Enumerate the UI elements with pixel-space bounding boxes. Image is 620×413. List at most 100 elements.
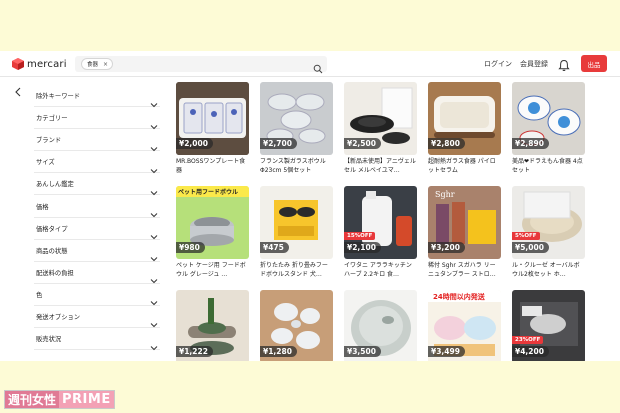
filter-size[interactable]: サイズ xyxy=(34,151,160,174)
filter-price-type[interactable]: 価格タイプ xyxy=(34,218,160,240)
search-chip[interactable]: 食器 × xyxy=(81,58,114,70)
product-image[interactable]: 23%OFF ¥4,200 xyxy=(512,290,585,361)
chevron-down-icon xyxy=(150,159,158,174)
chevron-down-icon xyxy=(150,137,158,151)
product-title[interactable]: 【新品未使用】アニヴェルセル メルベイユマ… xyxy=(344,157,417,175)
price-tag: ¥475 xyxy=(260,242,289,253)
price-tag: ¥3,500 xyxy=(344,346,381,357)
search-chip-label: 食器 xyxy=(87,62,99,68)
search-input[interactable]: 食器 × xyxy=(75,56,327,74)
header: mercari 食器 × ログイン 会員登録 出品 xyxy=(0,51,620,77)
filter-label: 配送料の負担 xyxy=(36,269,74,277)
product-image[interactable]: ¥2,000 xyxy=(176,82,249,155)
chevron-down-icon xyxy=(150,336,158,350)
chevron-down-icon xyxy=(150,115,158,129)
filter-label: 発送オプション xyxy=(36,313,81,321)
discount-badge: 15%OFF xyxy=(344,232,376,240)
price-tag: ¥2,500 xyxy=(344,138,381,149)
chevron-down-icon xyxy=(150,225,158,240)
logo[interactable]: mercari xyxy=(12,57,67,71)
filter-category[interactable]: カテゴリー xyxy=(34,107,160,130)
filter-label: 価格タイプ xyxy=(36,225,68,233)
product-image[interactable]: ペット用フードボウル ¥980 xyxy=(176,186,249,259)
price-tag: ¥4,200 xyxy=(512,346,549,357)
product-title[interactable]: 超耐熱ガラス食器 パイロットセラム xyxy=(428,157,501,175)
filter-brand[interactable]: ブランド xyxy=(34,129,160,152)
product-title[interactable]: イワタニ アララキッチンハーブ 2.2キロ 食… xyxy=(344,261,417,279)
discount-badge: 5%OFF xyxy=(512,232,540,240)
filter-label: 商品の状態 xyxy=(36,247,68,255)
filter-shipping-fee[interactable]: 配送料の負担 xyxy=(34,262,160,284)
filter-condition[interactable]: 商品の状態 xyxy=(34,240,160,262)
chevron-down-icon xyxy=(150,247,158,262)
filter-price[interactable]: 価格 xyxy=(34,195,160,218)
bell-icon[interactable] xyxy=(558,57,570,72)
price-tag: ¥1,280 xyxy=(260,346,297,357)
watermark-logo: 週刊女性 PRIME xyxy=(4,390,115,409)
filter-label: 色 xyxy=(36,291,43,299)
filter-label: サイズ xyxy=(36,159,55,167)
product-title[interactable]: 稀付 Sghr スガハラ リーニュタンブラー ストロ… xyxy=(428,261,501,279)
product-image[interactable]: ¥2,700 xyxy=(260,82,333,155)
mercari-app: mercari 食器 × ログイン 会員登録 出品 除外キーワード カテゴリー … xyxy=(0,51,620,361)
mercari-logo-icon xyxy=(12,58,24,70)
filter-authentication[interactable]: あんしん鑑定 xyxy=(34,173,160,196)
price-tag: ¥5,000 xyxy=(512,242,549,253)
product-image[interactable]: ¥2,500 xyxy=(344,82,417,155)
product-image[interactable]: ¥2,890 xyxy=(512,82,585,155)
chevron-down-icon xyxy=(150,203,158,218)
watermark-part2: PRIME xyxy=(59,391,114,408)
chevron-down-icon xyxy=(150,313,158,328)
filter-sales-status[interactable]: 販売状況 xyxy=(34,328,160,351)
signup-link[interactable]: 会員登録 xyxy=(520,59,548,69)
price-tag: ¥3,499 xyxy=(428,346,465,357)
product-image[interactable]: Sghr ¥3,200 xyxy=(428,186,501,259)
login-link[interactable]: ログイン xyxy=(484,59,512,69)
search-icon[interactable] xyxy=(313,59,323,74)
product-image[interactable]: ¥1,280 xyxy=(260,290,333,361)
sell-button[interactable]: 出品 xyxy=(581,55,607,72)
product-title[interactable]: MR.BOSSワンプレート食器 xyxy=(176,157,249,175)
filter-exclude-keyword[interactable]: 除外キーワード xyxy=(34,85,160,108)
filter-label: 販売状況 xyxy=(36,336,62,344)
product-image[interactable]: 24時間以内発送 ¥3,499 xyxy=(428,290,501,361)
filter-sidebar: 除外キーワード カテゴリー ブランド サイズ あんしん鑑定 価格 価格タイプ 商… xyxy=(34,85,160,351)
price-tag: ¥2,000 xyxy=(176,138,213,149)
logo-text: mercari xyxy=(27,58,67,70)
price-tag: ¥2,890 xyxy=(512,138,549,149)
price-tag: ¥1,222 xyxy=(176,346,213,357)
product-image[interactable]: ¥475 xyxy=(260,186,333,259)
filter-shipping-option[interactable]: 発送オプション xyxy=(34,306,160,329)
product-title[interactable]: ペット ケージ用 フードボウル グレージュ … xyxy=(176,261,249,279)
product-title[interactable]: 折りたたみ 折り畳みフードボウルスタンド 犬… xyxy=(260,261,333,279)
price-tag: ¥2,100 xyxy=(344,242,381,253)
product-image[interactable]: ¥2,800 xyxy=(428,82,501,155)
product-title[interactable]: 美品❤ドラえもん食器 4点セット xyxy=(512,157,585,175)
product-image[interactable]: ¥3,500 xyxy=(344,290,417,361)
filter-label: あんしん鑑定 xyxy=(36,181,74,189)
back-arrow-icon[interactable] xyxy=(14,82,22,97)
product-image[interactable]: 15%OFF ¥2,100 xyxy=(344,186,417,259)
filter-color[interactable]: 色 xyxy=(34,284,160,306)
chevron-down-icon xyxy=(150,291,158,306)
chevron-down-icon xyxy=(150,269,158,284)
image-banner-text: ペット用フードボウル xyxy=(178,189,239,196)
chevron-down-icon xyxy=(150,181,158,196)
product-image[interactable]: ¥1,222 xyxy=(176,290,249,361)
product-image[interactable]: 5%OFF ¥5,000 xyxy=(512,186,585,259)
filter-label: 除外キーワード xyxy=(36,93,81,101)
product-title[interactable]: ル・クルーゼ オーバルボウル2枚セット ホ… xyxy=(512,261,585,279)
watermark-part1: 週刊女性 xyxy=(5,391,60,408)
chevron-down-icon xyxy=(150,93,158,107)
filter-label: 価格 xyxy=(36,203,49,211)
price-tag: ¥2,800 xyxy=(428,138,465,149)
image-banner-text: 24時間以内発送 xyxy=(433,293,485,301)
filter-label: ブランド xyxy=(36,137,62,145)
close-icon[interactable]: × xyxy=(103,61,108,68)
price-tag: ¥3,200 xyxy=(428,242,465,253)
image-brand-text: Sghr xyxy=(435,190,455,199)
filter-label: カテゴリー xyxy=(36,115,68,123)
price-tag: ¥2,700 xyxy=(260,138,297,149)
product-title[interactable]: フランス製ガラスボウル Φ23cm 5個セット xyxy=(260,157,333,175)
price-tag: ¥980 xyxy=(176,242,205,253)
